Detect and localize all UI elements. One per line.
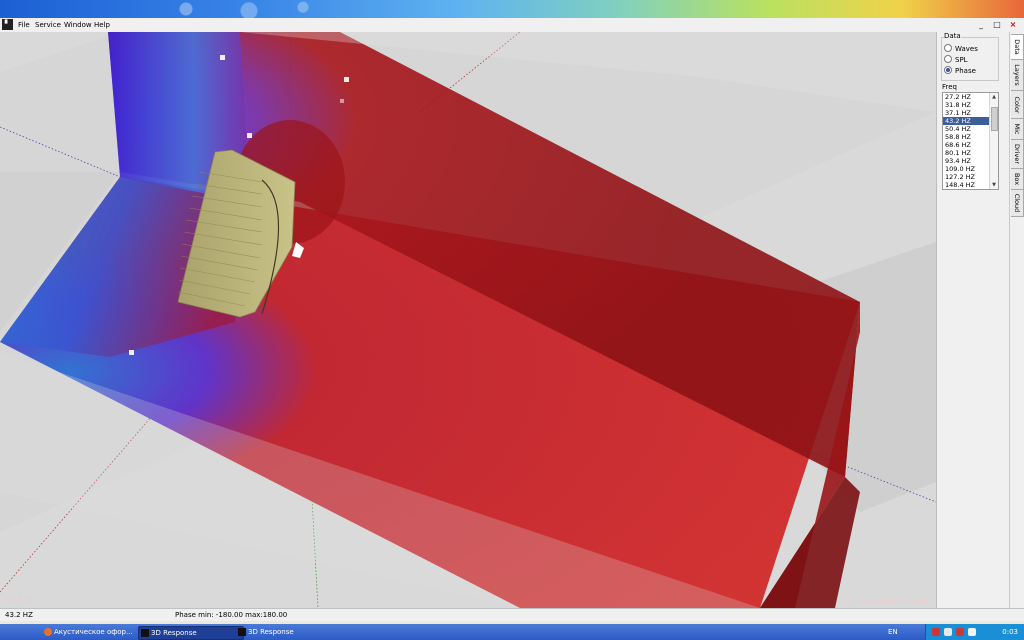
system-tray: EN 0:03 — [888, 624, 1024, 640]
menu-help[interactable]: Help — [94, 20, 110, 30]
data-panel: Data Waves SPL Phase Freq 27.2 HZ 31.8 H… — [936, 32, 1010, 608]
phase-field-render — [0, 32, 936, 608]
tab-cloud[interactable]: Cloud — [1011, 189, 1024, 217]
radio-phase[interactable]: Phase — [944, 66, 976, 76]
title-decoration — [150, 0, 330, 18]
scroll-thumb[interactable] — [991, 107, 998, 131]
freq-item[interactable]: 148.4 HZ — [943, 181, 990, 189]
radio-indicator-selected — [944, 66, 952, 74]
status-frequency: 43.2 HZ — [5, 611, 33, 619]
freq-item[interactable]: 127.2 HZ — [943, 173, 990, 181]
freq-item-selected[interactable]: 43.2 HZ — [943, 117, 990, 125]
radio-indicator — [944, 55, 952, 63]
speaker-icon[interactable] — [968, 628, 976, 636]
firefox-icon — [44, 628, 52, 636]
radio-spl[interactable]: SPL — [944, 55, 968, 65]
freq-item[interactable]: 80.1 HZ — [943, 149, 990, 157]
tab-mic[interactable]: Mic — [1011, 118, 1024, 140]
tab-driver-label: Driver — [1013, 143, 1021, 165]
radio-spl-label: SPL — [955, 56, 968, 64]
freq-item[interactable]: 31.8 HZ — [943, 101, 990, 109]
freq-item[interactable]: 27.2 HZ — [943, 93, 990, 101]
scroll-up-icon[interactable]: ▲ — [990, 93, 998, 101]
language-indicator[interactable]: EN — [888, 624, 898, 640]
taskbar-item-label: 3D Response — [248, 628, 294, 636]
title-bar — [0, 0, 1024, 18]
app-icon[interactable]: ▘ — [2, 19, 13, 30]
tab-box[interactable]: Box — [1011, 168, 1024, 190]
freq-scrollbar[interactable]: ▲ ▼ — [989, 93, 998, 189]
tab-layers-label: Layers — [1013, 64, 1021, 86]
scroll-down-icon[interactable]: ▼ — [990, 181, 998, 189]
tray-icon[interactable] — [944, 628, 952, 636]
tab-data[interactable]: Data — [1011, 34, 1024, 60]
taskbar-item-firefox[interactable]: Акустическое офор... — [42, 626, 144, 638]
data-group-title: Data — [944, 32, 961, 41]
freq-item[interactable]: 50.4 HZ — [943, 125, 990, 133]
maximize-button[interactable]: □ — [991, 19, 1003, 30]
taskbar: Акустическое офор... 3D Response 3D Resp… — [0, 624, 1024, 640]
status-bar: 43.2 HZ Phase min: -180.00 max:180.00 — [0, 608, 1024, 621]
side-tabs: Data Layers Color Mic Driver Box Cloud — [1009, 32, 1024, 608]
menu-service[interactable]: Service — [35, 20, 61, 30]
radio-indicator — [944, 44, 952, 52]
close-button[interactable]: × — [1007, 19, 1019, 30]
tab-cloud-label: Cloud — [1013, 193, 1021, 213]
freq-item[interactable]: 68.6 HZ — [943, 141, 990, 149]
radio-waves-label: Waves — [955, 45, 978, 53]
tab-layers[interactable]: Layers — [1011, 59, 1024, 91]
viewport-frequency-label: 43.2 HZ — [6, 596, 34, 604]
taskbar-item-3d-response-active[interactable]: 3D Response — [138, 626, 244, 640]
radio-waves[interactable]: Waves — [944, 44, 978, 54]
freq-item[interactable]: 58.8 HZ — [943, 133, 990, 141]
status-phase-range: Phase min: -180.00 max:180.00 — [175, 611, 288, 619]
taskbar-item-label: Акустическое офор... — [54, 628, 133, 636]
tab-driver[interactable]: Driver — [1011, 139, 1024, 169]
menu-file[interactable]: File — [18, 20, 30, 30]
freq-listbox[interactable]: 27.2 HZ 31.8 HZ 37.1 HZ 43.2 HZ 50.4 HZ … — [942, 92, 999, 190]
taskbar-item-label: 3D Response — [151, 629, 197, 637]
freq-item[interactable]: 93.4 HZ — [943, 157, 990, 165]
tab-mic-label: Mic — [1013, 123, 1021, 135]
taskbar-item-3d-response[interactable]: 3D Response — [236, 626, 340, 638]
minimize-button[interactable]: _ — [975, 19, 987, 30]
tab-color-label: Color — [1013, 96, 1021, 113]
clock: 0:03 — [1002, 628, 1018, 636]
radio-phase-label: Phase — [955, 67, 976, 75]
watermark: © 3D Acoustic Research — [844, 598, 930, 606]
tab-data-label: Data — [1013, 39, 1021, 55]
freq-label: Freq — [942, 83, 957, 91]
3d-viewport[interactable]: 43.2 HZ © 3D Acoustic Research — [0, 32, 936, 608]
app-icon — [141, 629, 149, 637]
tray-icon[interactable] — [932, 628, 940, 636]
tab-color[interactable]: Color — [1011, 90, 1024, 119]
tab-box-label: Box — [1013, 172, 1021, 186]
freq-item[interactable]: 109.0 HZ — [943, 165, 990, 173]
menu-window[interactable]: Window — [64, 20, 92, 30]
app-icon — [238, 628, 246, 636]
tray-icon[interactable] — [956, 628, 964, 636]
freq-item[interactable]: 37.1 HZ — [943, 109, 990, 117]
menu-bar: ▘ File Service Window Help _ □ × — [0, 18, 1024, 33]
